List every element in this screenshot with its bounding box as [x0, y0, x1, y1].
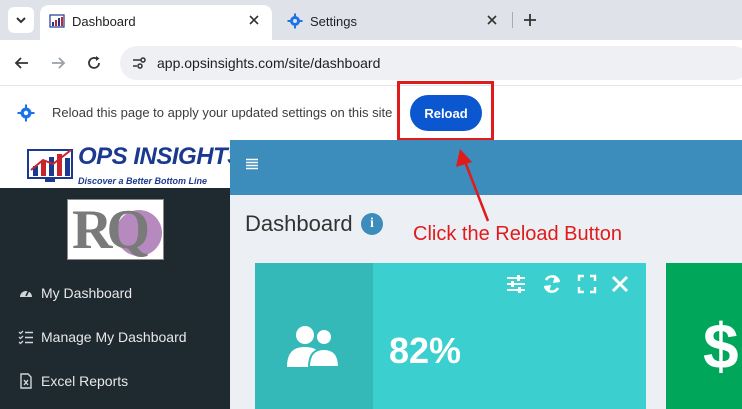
- address-bar: app.opsinsights.com/site/dashboard: [0, 40, 742, 86]
- close-icon[interactable]: [484, 12, 500, 28]
- annotation-text: Click the Reload Button: [413, 223, 623, 245]
- refresh-icon[interactable]: [84, 53, 104, 73]
- company-logo-text: RQ: [72, 199, 150, 261]
- sliders-icon[interactable]: [505, 273, 527, 295]
- sidebar-item-excel-reports[interactable]: Excel Reports: [18, 371, 128, 391]
- widget-icon-panel: [255, 263, 373, 409]
- url-text: app.opsinsights.com/site/dashboard: [157, 55, 381, 71]
- company-logo: RQ: [67, 199, 164, 261]
- stat-widget: 82%: [255, 263, 646, 409]
- annotation-highlight-box: [397, 81, 494, 141]
- speedometer-icon: [20, 289, 32, 297]
- sidebar-item-label: My Dashboard: [41, 285, 133, 301]
- close-icon[interactable]: [609, 273, 631, 295]
- plus-icon[interactable]: [520, 10, 540, 30]
- chevron-down-icon: [16, 17, 26, 24]
- info-icon[interactable]: i: [361, 213, 383, 235]
- dollar-icon: $: [703, 310, 739, 382]
- excel-file-icon: [20, 373, 32, 389]
- hamburger-menu-icon[interactable]: [245, 157, 259, 171]
- revenue-widget: $: [666, 263, 742, 409]
- refresh-icon[interactable]: [541, 273, 563, 295]
- widget-value: 82%: [389, 330, 462, 371]
- page-title: Dashboard: [245, 211, 353, 236]
- gear-icon: [17, 104, 35, 122]
- gear-icon: [287, 13, 303, 29]
- chart-favicon-icon: [49, 14, 65, 28]
- list-check-icon: [18, 330, 33, 345]
- tab-strip: Dashboard Settings: [0, 0, 742, 40]
- forward-arrow-icon[interactable]: [48, 53, 68, 73]
- tab-title: Settings: [310, 14, 357, 29]
- ops-insights-logo[interactable]: OPS INSIGHTS Discover a Better Bottom Li…: [0, 140, 243, 188]
- settings-infobar: Reload this page to apply your updated s…: [0, 87, 742, 140]
- sidebar-item-manage-my-dashboard[interactable]: Manage My Dashboard: [18, 327, 187, 347]
- bar-chart-logo-icon: [27, 149, 73, 182]
- sidebar: OPS INSIGHTS Discover a Better Bottom Li…: [0, 140, 243, 409]
- sidebar-item-label: Excel Reports: [41, 373, 129, 389]
- users-icon: [287, 326, 341, 368]
- site-settings-icon[interactable]: [130, 54, 148, 72]
- tab-search-button[interactable]: [8, 7, 34, 33]
- sidebar-item-my-dashboard[interactable]: My Dashboard: [18, 283, 132, 303]
- tab-dashboard[interactable]: Dashboard: [40, 5, 272, 40]
- back-arrow-icon[interactable]: [12, 53, 32, 73]
- url-bar[interactable]: app.opsinsights.com/site/dashboard: [120, 46, 742, 80]
- annotation-arrow-icon: [456, 149, 490, 222]
- infobar-message: Reload this page to apply your updated s…: [52, 105, 393, 120]
- tab-settings[interactable]: Settings: [278, 5, 510, 36]
- logo-title: OPS INSIGHTS: [78, 143, 243, 170]
- tab-title: Dashboard: [72, 14, 136, 29]
- close-icon[interactable]: [246, 12, 262, 28]
- sidebar-item-label: Manage My Dashboard: [41, 329, 187, 345]
- fullscreen-icon[interactable]: [576, 273, 598, 295]
- tab-separator: [512, 12, 513, 28]
- logo-tagline: Discover a Better Bottom Line: [78, 176, 208, 186]
